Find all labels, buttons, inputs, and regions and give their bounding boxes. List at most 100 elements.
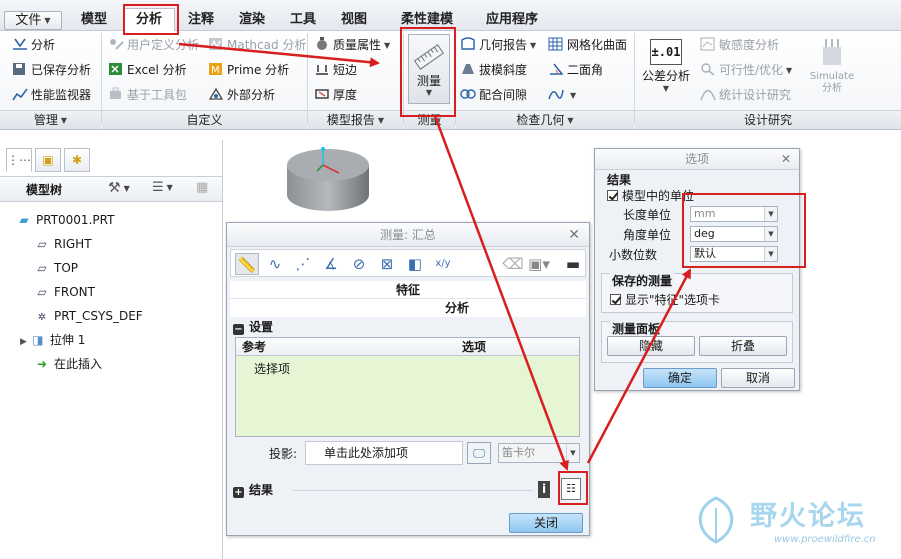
minimize-icon[interactable]: ▬ — [561, 253, 585, 275]
thickness-button[interactable]: 厚度 — [314, 85, 357, 105]
feasibility-icon — [700, 62, 716, 76]
tree-item-right[interactable]: ▱ RIGHT — [34, 234, 91, 254]
show-feature-tab-checkbox[interactable]: 显示"特征"选项卡 — [610, 291, 720, 308]
tree-item-front[interactable]: ▱ FRONT — [34, 282, 95, 302]
geometry-report-button[interactable]: 几何报告 ▼ — [460, 35, 536, 55]
performance-monitor-icon — [12, 87, 28, 101]
tree-item-top[interactable]: ▱ TOP — [34, 258, 78, 278]
external-analysis-button[interactable]: 外部分析 — [208, 85, 275, 105]
area-icon[interactable]: ⊠ — [375, 253, 399, 275]
tab-annotate[interactable]: 注释 — [178, 9, 224, 31]
excel-icon — [108, 62, 124, 76]
options-dialog-title: 选项 ✕ — [595, 149, 799, 170]
feature-label[interactable]: 特征 — [230, 281, 586, 299]
projection-button[interactable]: 🖵 — [467, 442, 491, 464]
model-tree-title: 模型树 — [26, 183, 63, 197]
highlight-measure-button — [400, 27, 456, 117]
tree-item-insert-here[interactable]: ➜ 在此插入 — [34, 354, 102, 374]
tree-item-extrude[interactable]: ▶ ◨ 拉伸 1 — [20, 330, 85, 350]
analysis-icon — [12, 37, 28, 51]
length-curve-icon[interactable]: ∿ — [263, 253, 287, 275]
group-inspect-geometry[interactable]: 检查几何 ▼ — [456, 110, 634, 129]
tab-tools[interactable]: 工具 — [280, 9, 326, 31]
saved-analysis-button[interactable]: 已保存分析 — [12, 60, 91, 80]
save-icon[interactable]: ▣▾ — [527, 253, 551, 275]
statistical-design-button[interactable]: 统计设计研究 — [700, 85, 791, 105]
more-inspect-dropdown[interactable]: ▼ — [548, 85, 576, 105]
info-icon[interactable]: i — [538, 481, 550, 498]
short-edge-button[interactable]: 短边 — [314, 60, 357, 80]
fit-clearance-button[interactable]: 配合间隙 — [460, 85, 527, 105]
tab-model[interactable]: 模型 — [70, 9, 118, 31]
projection-input[interactable]: 单击此处添加项 — [305, 441, 463, 465]
draft-icon — [460, 62, 476, 76]
highlight-analysis-tab — [123, 4, 179, 35]
tab-view[interactable]: 视图 — [331, 9, 377, 31]
eraser-icon[interactable]: ⌫ — [501, 253, 525, 275]
tab-render[interactable]: 渲染 — [229, 9, 275, 31]
saved-analysis-icon — [12, 62, 28, 76]
distance-icon[interactable]: ⋰ — [291, 253, 315, 275]
close-icon[interactable]: ✕ — [781, 149, 791, 170]
feasibility-optimization-button[interactable]: 可行性/优化 ▼ — [700, 60, 792, 80]
tree-columns-icon[interactable]: ☰ ▼ — [152, 180, 173, 195]
leaf-logo-icon — [698, 496, 734, 544]
transform-icon[interactable]: x/y — [431, 253, 455, 275]
analysis-button[interactable]: 分析 — [12, 35, 55, 55]
user-defined-analysis-button[interactable]: 用户定义分析 — [108, 35, 199, 55]
distance-ruler-icon[interactable]: 📏 — [235, 253, 259, 275]
volume-icon[interactable]: ◧ — [403, 253, 427, 275]
tab-applications[interactable]: 应用程序 — [474, 9, 550, 31]
hide-button[interactable]: 隐藏 — [607, 336, 695, 356]
sensitivity-icon — [700, 37, 716, 51]
diameter-icon[interactable]: ⊘ — [347, 253, 371, 275]
angle-icon[interactable]: ∡ — [319, 253, 343, 275]
collapse-icon: − — [233, 324, 244, 335]
expand-arrow-icon[interactable]: ▶ — [20, 337, 27, 347]
sensitivity-analysis-button[interactable]: 敏感度分析 — [700, 35, 779, 55]
tree-settings-icon[interactable]: ⚒ ▼ — [108, 180, 130, 196]
result-group-label: 结果 — [607, 173, 632, 187]
close-button[interactable]: 关闭 — [509, 513, 583, 533]
forum-watermark: 野火论坛 www.proewildfire.cn — [690, 492, 895, 552]
model-units-checkbox[interactable]: 模型中的单位 — [607, 187, 694, 204]
reference-list-header: 参考 选项 — [236, 338, 579, 356]
mesh-surface-button[interactable]: 网格化曲面 — [548, 35, 627, 55]
coordinate-system-select[interactable]: 笛卡尔 ▼ — [498, 443, 580, 463]
excel-analysis-button[interactable]: Excel 分析 — [108, 60, 187, 80]
insert-arrow-icon: ➜ — [36, 357, 48, 371]
performance-monitor-button[interactable]: 性能监视器 — [12, 85, 91, 105]
collapse-button[interactable]: 折叠 — [699, 336, 787, 356]
folder-tab-icon[interactable]: ▣ — [35, 148, 61, 172]
tree-filter-icon[interactable]: ▦ — [196, 180, 208, 195]
group-custom: 自定义 — [102, 110, 307, 129]
mathcad-analysis-button[interactable]: Mathcad 分析 — [208, 35, 306, 55]
prime-analysis-button[interactable]: M Prime 分析 — [208, 60, 289, 80]
draft-button[interactable]: 拔模斜度 — [460, 60, 527, 80]
cancel-button[interactable]: 取消 — [721, 368, 795, 388]
tree-item-part[interactable]: ▰ PRT0001.PRT — [16, 210, 114, 230]
group-model-report[interactable]: 模型报告 ▼ — [308, 110, 403, 129]
settings-section[interactable]: − 设置 — [233, 318, 273, 336]
group-manage[interactable]: 管理 ▼ — [0, 110, 101, 129]
tolerance-analysis-button[interactable]: ±.01 公差分析 ▼ — [640, 35, 692, 103]
cylinder-model[interactable] — [283, 143, 373, 215]
result-section[interactable]: + 结果 — [233, 481, 273, 499]
ok-button[interactable]: 确定 — [643, 368, 717, 388]
favorites-tab-icon[interactable]: ✱ — [64, 148, 90, 172]
measure-toolbar: 📏 ∿ ⋰ ∡ ⊘ ⊠ ◧ x/y ⌫ ▣▾ ▬ — [230, 249, 586, 277]
select-item-placeholder[interactable]: 选择项 — [254, 360, 290, 377]
toolkit-based-button[interactable]: 基于工具包 — [108, 85, 187, 105]
user-defined-icon — [108, 37, 124, 51]
simulate-analysis-button[interactable]: Simulate 分析 — [806, 35, 858, 105]
file-menu[interactable]: 文件 ▼ — [4, 11, 62, 30]
simulate-icon — [823, 39, 841, 65]
close-icon[interactable]: ✕ — [568, 223, 580, 247]
length-unit-label: 长度单位 — [623, 208, 672, 222]
dihedral-angle-button[interactable]: 二面角 — [548, 60, 603, 80]
analysis-tab[interactable]: 分析 — [230, 299, 586, 317]
tree-item-csys[interactable]: ✲ PRT_CSYS_DEF — [34, 306, 143, 326]
reference-list[interactable]: 参考 选项 选择项 — [235, 337, 580, 437]
model-tree-tab-icon[interactable]: ⋮⋯ — [6, 148, 32, 172]
mass-properties-button[interactable]: 质量属性 ▼ — [314, 35, 390, 55]
